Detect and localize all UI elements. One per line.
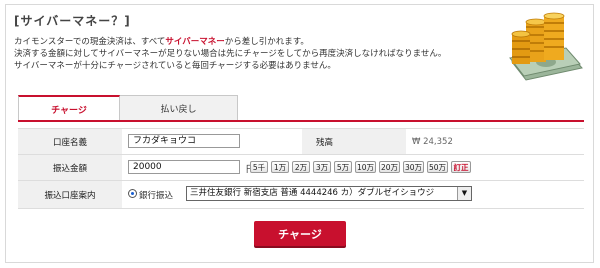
row-bank-guide: 振込口座案内 銀行振込 三井住友銀行 新宿支店 普通 4444246 カ）ダブル… (18, 181, 584, 209)
description: カイモンスターでの現金決済は、すべてサイバーマネーから差し引かれます。 決済する… (14, 36, 446, 72)
chevron-down-icon[interactable]: ▼ (457, 187, 471, 200)
amount-label: 振込金額 (18, 155, 122, 180)
description-line-2: 決済する金額に対してサイバーマネーが足りない場合は先にチャージをしてから再度決済… (14, 49, 447, 59)
charge-form: 口座名義 フカダキョウコ 残高 ₩ 24,352 振込金額 20000 円 5千… (18, 128, 584, 209)
bank-transfer-radio-label: 銀行振込 (139, 191, 174, 201)
account-name-input[interactable]: フカダキョウコ (128, 134, 240, 148)
description-text: から差し引かれます。 (224, 37, 309, 47)
tab-refund[interactable]: 払い戻し (120, 95, 238, 121)
row-account-name: 口座名義 フカダキョウコ 残高 ₩ 24,352 (18, 129, 584, 155)
cyber-money-highlight: サイバーマネー (165, 37, 225, 47)
quick-amount-button[interactable]: 1万 (271, 161, 289, 173)
balance-value: ₩ 24,352 (412, 136, 453, 147)
quick-amount-button[interactable]: 30万 (403, 161, 424, 173)
quick-amount-button[interactable]: 5千 (250, 161, 268, 173)
page-title: [サイバーマネー？] (14, 14, 131, 28)
coin-stacks-icon (511, 12, 565, 64)
description-line-1: カイモンスターでの現金決済は、すべてサイバーマネーから差し引かれます。 (14, 36, 446, 48)
tab-charge[interactable]: チャージ (18, 95, 120, 121)
quick-amount-button[interactable]: 50万 (427, 161, 448, 173)
balance-label: 残高 (302, 129, 406, 154)
description-line-3: サイバーマネーが十分にチャージされていると毎回チャージする必要はありません。 (14, 61, 336, 71)
correct-button[interactable]: 訂正 (451, 161, 471, 173)
quick-amount-button[interactable]: 2万 (292, 161, 310, 173)
bank-account-select[interactable]: 三井住友銀行 新宿支店 普通 4444246 カ）ダブルゼイショウジ ▼ (186, 186, 472, 201)
quick-amount-button[interactable]: 20万 (379, 161, 400, 173)
quick-amount-button[interactable]: 5万 (334, 161, 352, 173)
bank-guide-label: 振込口座案内 (18, 181, 122, 208)
quick-amount-button[interactable]: 3万 (313, 161, 331, 173)
bank-transfer-radio[interactable] (128, 189, 137, 198)
account-name-label: 口座名義 (18, 129, 122, 154)
tab-underline (18, 120, 584, 122)
charge-submit-button[interactable]: チャージ (254, 221, 346, 246)
quick-amount-button[interactable]: 10万 (355, 161, 376, 173)
description-text: カイモンスターでの現金決済は、すべて (14, 37, 166, 47)
money-illustration (509, 12, 583, 81)
amount-input[interactable]: 20000 (128, 160, 240, 174)
row-amount: 振込金額 20000 円 5千 1万 2万 3万 5万 10万 20万 30万 … (18, 155, 584, 181)
tab-bar: チャージ 払い戻し (18, 95, 584, 121)
bank-account-select-value: 三井住友銀行 新宿支店 普通 4444246 カ）ダブルゼイショウジ (190, 188, 435, 198)
